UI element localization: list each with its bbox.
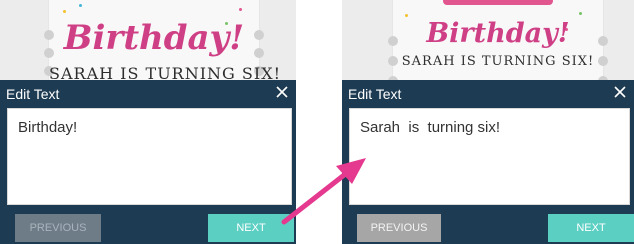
screenshot-panel-before: Birthday! SARAH IS TURNING SIX! Edit Tex…	[0, 0, 296, 244]
edit-text-dialog: Edit Text Sarah is turning six! PREVIOUS…	[342, 80, 634, 244]
confetti-dot	[63, 10, 66, 13]
confetti-dot	[239, 8, 242, 11]
card-subtitle-text: SARAH IS TURNING SIX!	[401, 54, 595, 69]
confetti-dot	[579, 12, 582, 15]
close-icon[interactable]	[274, 84, 290, 100]
edit-text-dialog: Edit Text Birthday! PREVIOUS NEXT	[0, 80, 296, 244]
card-banner-stripe	[443, 0, 553, 5]
dialog-title: Edit Text	[6, 86, 60, 102]
text-input[interactable]: Sarah is turning six!	[349, 108, 630, 205]
next-button[interactable]: NEXT	[208, 214, 294, 242]
dialog-title: Edit Text	[348, 86, 402, 102]
card-title-text: Birthday!	[63, 18, 245, 58]
screenshot-panel-after: Birthday! SARAH IS TURNING SIX! Edit Tex…	[342, 0, 634, 244]
next-button[interactable]: NEXT	[548, 214, 634, 242]
text-input[interactable]: Birthday!	[7, 108, 292, 205]
confetti-dot	[405, 14, 408, 17]
previous-button[interactable]: PREVIOUS	[357, 214, 441, 242]
confetti-dot	[79, 4, 82, 7]
card-preview[interactable]: Birthday! SARAH IS TURNING SIX!	[44, 0, 280, 90]
card-title-text: Birthday!	[426, 18, 570, 49]
previous-button[interactable]: PREVIOUS	[15, 214, 101, 242]
close-icon[interactable]	[612, 84, 628, 100]
